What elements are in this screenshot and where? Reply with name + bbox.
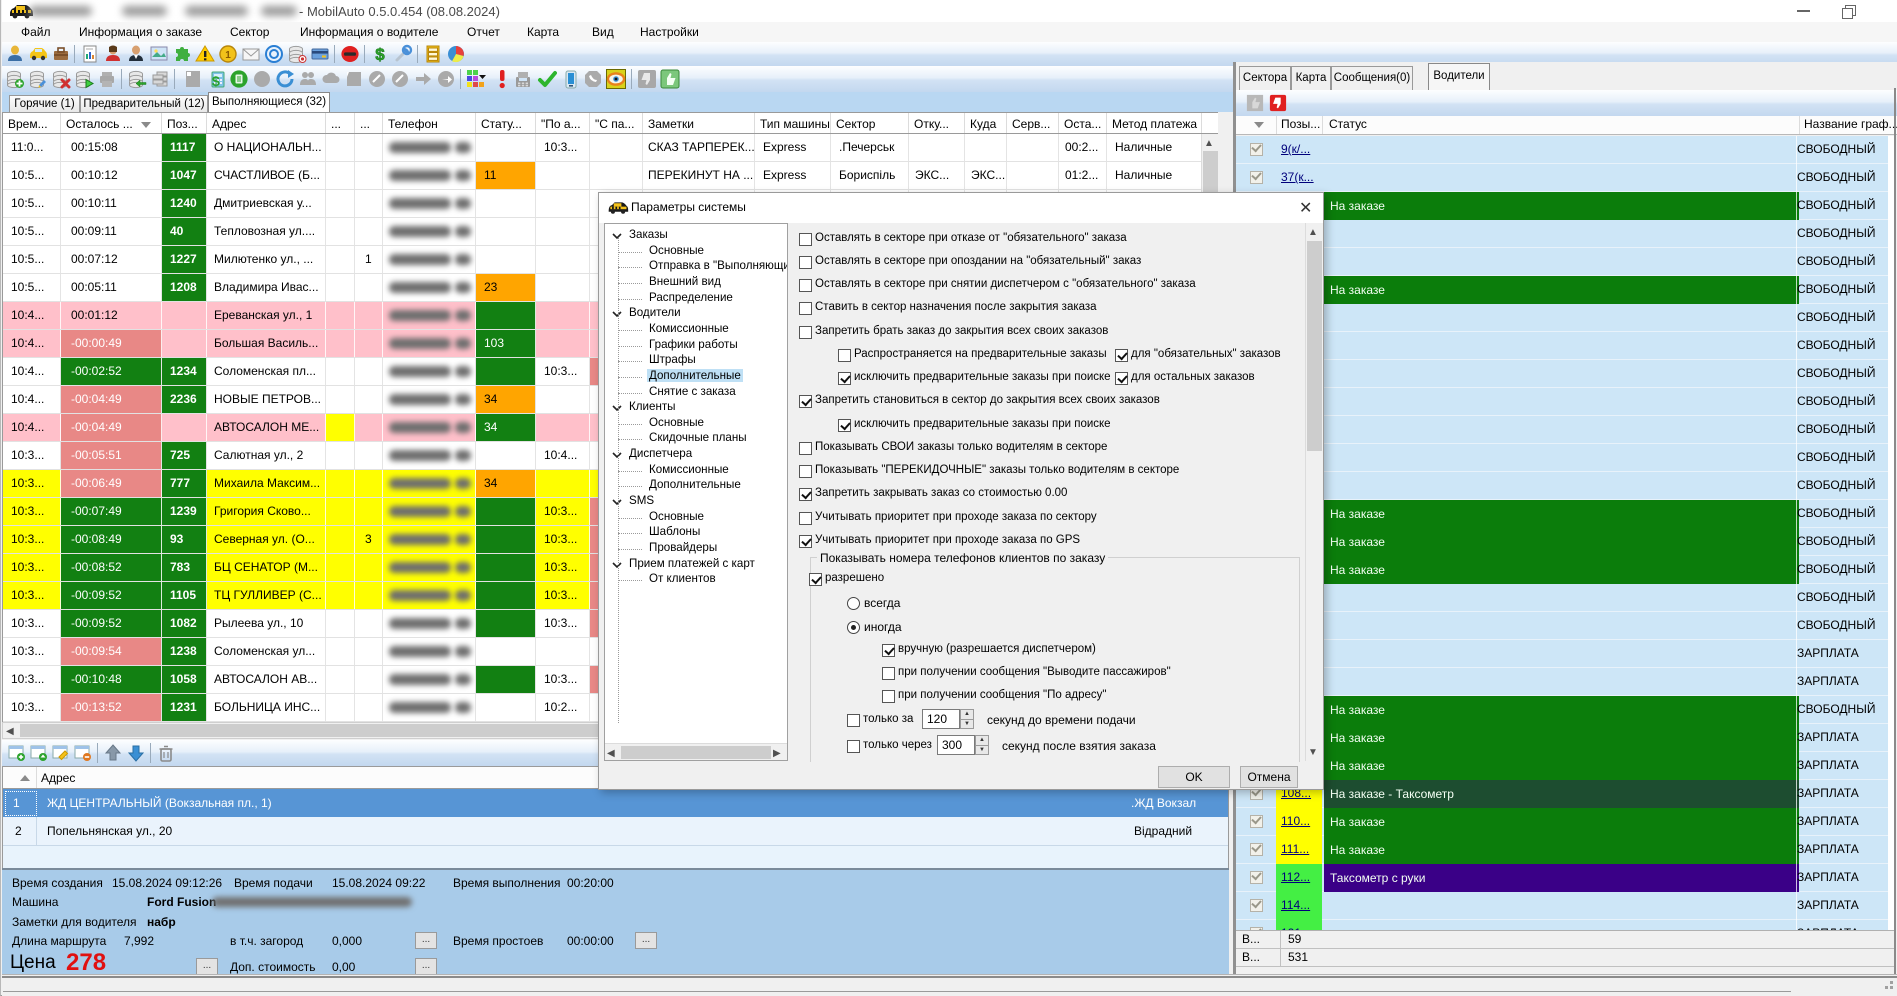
svg-text:$: $ <box>212 73 220 89</box>
svg-text:1: 1 <box>225 50 231 61</box>
svg-text:$: $ <box>375 45 385 64</box>
